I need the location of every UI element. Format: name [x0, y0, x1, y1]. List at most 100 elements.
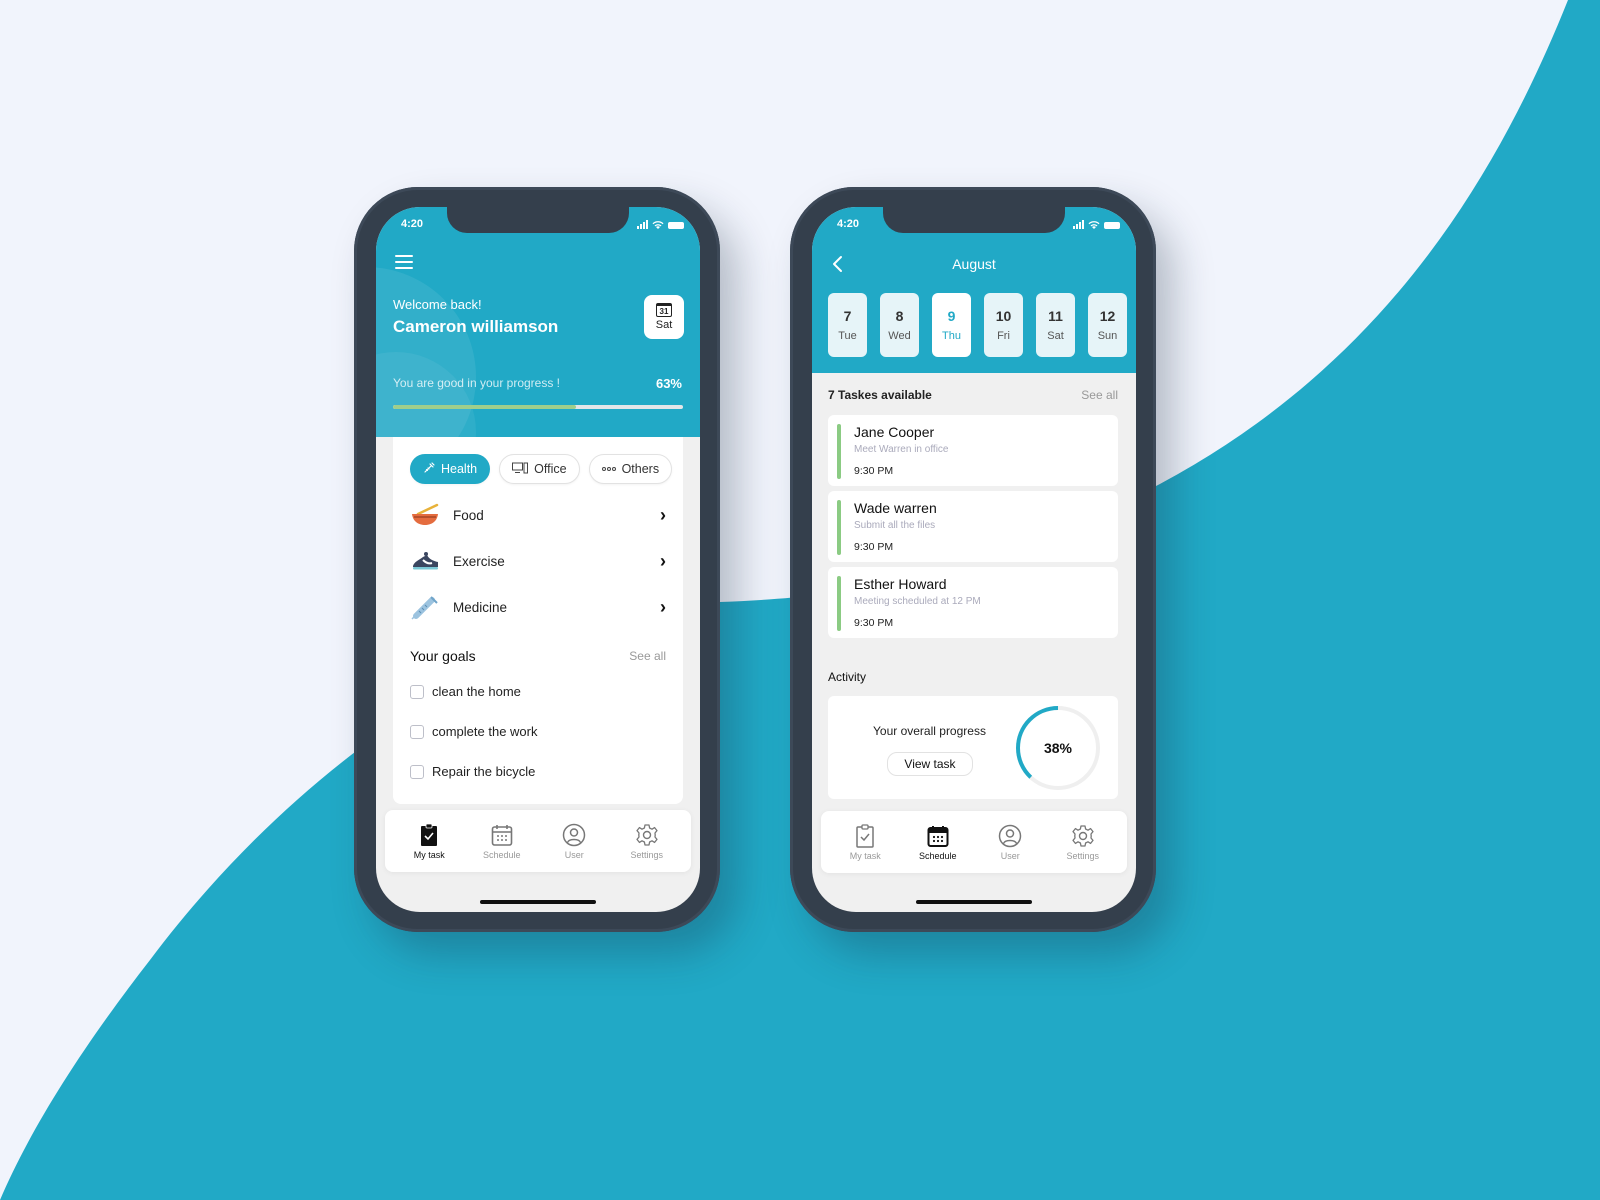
chevron-right-icon: › [660, 596, 666, 617]
goals-see-all-link[interactable]: See all [629, 649, 666, 663]
tasks-count-title: 7 Taskes available [828, 388, 932, 402]
chevron-right-icon: › [660, 550, 666, 571]
clipboard-check-icon [856, 823, 874, 848]
goal-item[interactable]: Repair the bicycle [410, 764, 535, 779]
sneaker-icon [413, 552, 438, 570]
day-number: 10 [995, 308, 1012, 324]
category-label: Medicine [453, 599, 508, 615]
tab-my-task[interactable]: My task [834, 823, 896, 861]
category-label: Exercise [453, 553, 505, 569]
day-number: 7 [843, 308, 852, 324]
task-time: 9:30 PM [854, 617, 894, 629]
notch [883, 207, 1065, 233]
tab-label: Schedule [482, 849, 521, 860]
tab-label: My task [413, 849, 445, 860]
task-name: Esther Howard [854, 576, 947, 592]
goal-label: clean the home [432, 684, 521, 699]
gear-icon [1072, 824, 1094, 847]
tab-settings[interactable]: Settings [616, 823, 678, 860]
category-exercise[interactable]: Exercise › [410, 546, 666, 576]
goal-checkbox[interactable] [410, 764, 424, 779]
day-picker: 7 Tue 8 Wed 9 Thu 10 Fri 11 Sat 12 Sun [828, 293, 1127, 357]
view-task-button[interactable]: View task [887, 752, 973, 776]
status-time: 4:20 [401, 218, 424, 230]
day-name: Sun [1097, 330, 1118, 342]
tab-settings[interactable]: Settings [1052, 824, 1114, 861]
day-item[interactable]: 10 Fri [984, 293, 1023, 357]
day-number: 8 [895, 308, 904, 324]
username: Cameron williamson [393, 317, 559, 336]
hamburger-menu-icon[interactable] [395, 255, 413, 271]
bottom-tab-bar: My task Schedule User Settings [385, 810, 691, 872]
goal-label: Repair the bicycle [432, 764, 536, 779]
day-item[interactable]: 11 Sat [1036, 293, 1075, 357]
tab-label: Settings [1066, 850, 1100, 861]
calendar-icon: 31 [656, 303, 672, 317]
chip-others[interactable]: Others [588, 454, 673, 484]
task-accent-bar [837, 576, 841, 631]
phone-schedule: 4:20 August 7 Tue 8 Wed 9 Thu 10 Fri 11 Sat 1… [790, 187, 1156, 932]
goal-item[interactable]: clean the home [410, 684, 521, 699]
my-task-screen: 4:20 Welcome back! Cameron williamson 31… [376, 207, 700, 912]
task-card[interactable]: Jane Cooper Meet Warren in office 9:30 P… [828, 415, 1118, 486]
gear-icon [636, 823, 658, 846]
chevron-right-icon: › [660, 504, 666, 525]
tasks-see-all-link[interactable]: See all [1081, 388, 1118, 402]
date-chip[interactable]: 31 Sat [644, 295, 684, 339]
tab-label: User [564, 849, 584, 860]
tab-schedule[interactable]: Schedule [907, 824, 969, 861]
dots-icon [601, 463, 616, 475]
progress-value: 63% [655, 376, 682, 391]
progress-bar-fill [393, 405, 576, 409]
signal-icon [1073, 220, 1084, 229]
day-name: Thu [942, 330, 961, 342]
goals-title: Your goals [410, 648, 476, 664]
welcome-text: Welcome back! [393, 297, 482, 312]
tab-user[interactable]: User [979, 824, 1041, 861]
tab-my-task[interactable]: My task [398, 823, 460, 860]
day-item[interactable]: 7 Tue [828, 293, 867, 357]
goal-checkbox[interactable] [410, 684, 424, 699]
computer-icon [512, 462, 529, 477]
signal-icon [637, 220, 648, 229]
calendar-icon [491, 824, 513, 846]
bottom-tab-bar: My task Schedule User Settings [821, 811, 1127, 873]
day-item[interactable]: 8 Wed [880, 293, 919, 357]
user-icon [999, 824, 1022, 847]
activity-title: Activity [828, 670, 867, 684]
goal-label: complete the work [432, 724, 538, 739]
day-item[interactable]: 12 Sun [1088, 293, 1127, 357]
user-icon [563, 823, 586, 846]
task-card[interactable]: Wade warren Submit all the files 9:30 PM [828, 491, 1118, 562]
clipboard-check-icon [421, 823, 438, 846]
tab-schedule[interactable]: Schedule [471, 823, 533, 860]
day-item-selected[interactable]: 9 Thu [932, 293, 971, 357]
day-number: 9 [947, 308, 956, 324]
date-day-name: Sat [655, 319, 673, 331]
goal-checkbox[interactable] [410, 724, 424, 739]
chip-label: Health [441, 462, 478, 476]
task-accent-bar [837, 424, 841, 479]
chip-label: Office [534, 462, 567, 476]
phone-my-task: 4:20 Welcome back! Cameron williamson 31… [354, 187, 720, 932]
chip-office[interactable]: Office [499, 454, 580, 484]
chip-health[interactable]: Health [410, 454, 491, 484]
task-card[interactable]: Esther Howard Meeting scheduled at 12 PM… [828, 567, 1118, 638]
activity-card: Your overall progress View task 38% [828, 696, 1118, 799]
battery-icon [668, 222, 684, 229]
home-indicator [480, 900, 596, 904]
category-medicine[interactable]: Medicine › [410, 592, 666, 622]
wifi-icon [1088, 221, 1100, 229]
day-name: Tue [838, 330, 857, 342]
chip-label: Others [621, 462, 660, 476]
status-time: 4:20 [837, 218, 860, 230]
category-label: Food [453, 507, 484, 523]
task-time: 9:30 PM [854, 541, 894, 553]
category-food[interactable]: Food › [410, 500, 666, 530]
task-name: Jane Cooper [854, 424, 935, 440]
goal-item[interactable]: complete the work [410, 724, 538, 739]
task-accent-bar [837, 500, 841, 555]
tab-user[interactable]: User [543, 823, 605, 860]
progress-ring-value: 38% [1043, 740, 1073, 756]
progress-label: You are good in your progress ! [393, 376, 560, 390]
